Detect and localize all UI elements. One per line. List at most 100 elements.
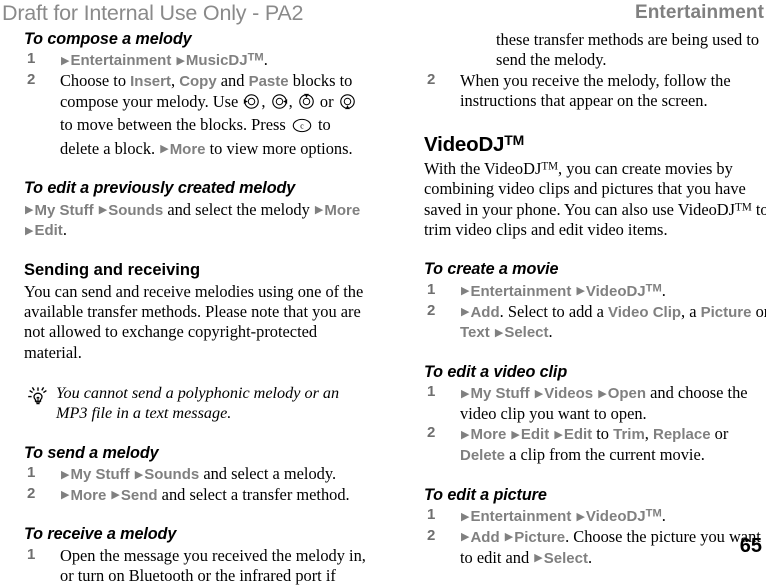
section-body-videodj: With the VideoDJTM, you can create movie…: [424, 159, 766, 241]
select-arrow-icon: ▶: [314, 203, 324, 217]
steps-send-melody: 1 ▶My Stuff ▶Sounds and select a melody.…: [24, 464, 372, 505]
procedure-heading-compose-melody: To compose a melody: [24, 30, 192, 48]
step-text: or: [755, 301, 766, 321]
step-item: 1 ▶Entertainment ▶MusicDJTM.: [24, 50, 372, 71]
step-number: 2: [427, 301, 436, 319]
step-text: ,: [644, 424, 653, 444]
select-arrow-icon: ▶: [554, 427, 563, 441]
step-text: or: [315, 91, 338, 111]
steps-edit-picture: 1 ▶Entertainment ▶VideoDJTM. 2 ▶Add ▶Pic…: [424, 506, 766, 568]
ui-label-select: Select: [504, 324, 549, 342]
steps-receive-melody-continued: these transfer methods are being used to…: [424, 30, 766, 112]
step-item-continuation: these transfer methods are being used to…: [424, 30, 766, 71]
ui-label-my-stuff: My Stuff: [470, 385, 530, 403]
select-arrow-icon: ▶: [176, 53, 185, 67]
step-text: Open the message you received the melody…: [60, 545, 366, 586]
step-number: 2: [27, 71, 36, 89]
section-heading-videodj-text: VideoDJ: [424, 132, 505, 156]
ui-label-entertainment: Entertainment: [70, 52, 172, 70]
ui-label-picture: Picture: [514, 528, 566, 546]
step-text: .: [661, 506, 666, 526]
clear-key-icon: c: [292, 118, 312, 138]
step-item: 1 ▶Entertainment ▶VideoDJTM.: [424, 506, 766, 527]
procedure-heading-edit-previous-melody: To edit a previously created melody: [24, 179, 296, 198]
select-arrow-icon: ▶: [461, 509, 470, 523]
step-text: and: [216, 71, 249, 91]
select-arrow-icon: ▶: [576, 509, 585, 523]
step-text: . Select to add a: [499, 301, 608, 321]
select-arrow-icon: ▶: [61, 467, 70, 481]
procedure-heading-create-movie: To create a movie: [424, 260, 559, 279]
ui-label-more: More: [70, 486, 107, 504]
steps-edit-video-clip: 1 ▶My Stuff ▶Videos ▶Open and choose the…: [424, 383, 766, 465]
select-arrow-icon: ▶: [461, 427, 470, 441]
select-arrow-icon: ▶: [576, 284, 585, 298]
body-text-run: With the VideoDJ: [424, 158, 542, 178]
ui-label-videodj: VideoDJ: [585, 282, 646, 300]
select-arrow-icon: ▶: [461, 386, 470, 400]
step-number: 2: [427, 526, 436, 544]
procedure-body-edit-previous-melody: ▶My Stuff ▶Sounds and select the melody …: [24, 200, 372, 241]
ui-label-videodj: VideoDJ: [585, 508, 646, 526]
ui-label-text: Text: [460, 324, 490, 342]
ui-label-copy: Copy: [179, 73, 217, 91]
ui-label-entertainment: Entertainment: [470, 282, 572, 300]
ui-label-delete: Delete: [460, 447, 506, 465]
step-number: 1: [27, 50, 36, 68]
select-arrow-icon: ▶: [111, 488, 120, 502]
step-item: 1 ▶My Stuff ▶Sounds and select a melody.: [24, 464, 372, 485]
section-body-sending-and-receiving: You can send and receive melodies using …: [24, 281, 364, 362]
trademark-symbol: TM: [541, 160, 559, 173]
step-number: 1: [427, 506, 436, 524]
ui-label-my-stuff: My Stuff: [70, 466, 130, 484]
step-item: 2 Choose to Insert, Copy and Paste blocks…: [24, 71, 372, 159]
step-item: 2 ▶More ▶Send and select a transfer meth…: [24, 485, 372, 506]
tip-note-text: You cannot send a polyphonic melody or a…: [56, 384, 340, 423]
step-item: 1 ▶My Stuff ▶Videos ▶Open and choose the…: [424, 383, 766, 424]
ui-label-add: Add: [470, 528, 500, 546]
step-text: or: [710, 424, 729, 444]
step-text: When you receive the melody, follow the …: [460, 70, 731, 111]
nav-key-down-icon: [339, 93, 356, 115]
ui-label-videos: Videos: [544, 385, 594, 403]
draft-watermark: Draft for Internal Use Only - PA2: [2, 1, 304, 25]
trademark-symbol: TM: [645, 282, 662, 295]
svg-text:c: c: [300, 122, 304, 131]
select-arrow-icon: ▶: [504, 530, 514, 544]
step-text: and select a melody.: [199, 464, 337, 484]
step-item: 2 ▶Add. Select to add a Video Clip, a Pi…: [424, 302, 766, 343]
ui-label-open: Open: [607, 385, 647, 403]
step-text: .: [661, 280, 666, 300]
ui-label-picture: Picture: [700, 303, 752, 321]
step-number: 2: [27, 484, 36, 502]
steps-receive-melody: 1 Open the message you received the melod…: [24, 546, 372, 587]
step-number: 2: [427, 424, 436, 442]
lightbulb-tip-icon: [26, 384, 50, 408]
procedure-heading-edit-video-clip: To edit a video clip: [424, 362, 568, 381]
ui-label-paste: Paste: [248, 73, 289, 91]
step-item: 2 When you receive the melody, follow the…: [424, 71, 766, 112]
select-arrow-icon: ▶: [511, 427, 520, 441]
page-number: 65: [739, 535, 762, 557]
step-item: 1 ▶Entertainment ▶VideoDJTM.: [424, 281, 766, 302]
select-arrow-icon: ▶: [25, 223, 34, 237]
ui-label-select: Select: [543, 549, 588, 567]
section-heading-videodj: VideoDJTM: [424, 132, 766, 157]
step-text: to move between the blocks. Press: [60, 115, 290, 135]
body-text-run: and select the melody: [163, 199, 314, 219]
select-arrow-icon: ▶: [25, 203, 34, 217]
step-text: a clip from the current movie.: [505, 445, 705, 465]
select-arrow-icon: ▶: [534, 551, 543, 565]
select-arrow-icon: ▶: [461, 305, 470, 319]
ui-label-add: Add: [470, 303, 500, 321]
ui-label-insert: Insert: [130, 73, 171, 91]
select-arrow-icon: ▶: [534, 386, 544, 400]
select-arrow-icon: ▶: [98, 203, 108, 217]
step-item: 1 Open the message you received the melod…: [24, 546, 372, 587]
step-text: these transfer methods are being used to…: [496, 30, 760, 70]
ui-label-edit: Edit: [520, 426, 550, 444]
